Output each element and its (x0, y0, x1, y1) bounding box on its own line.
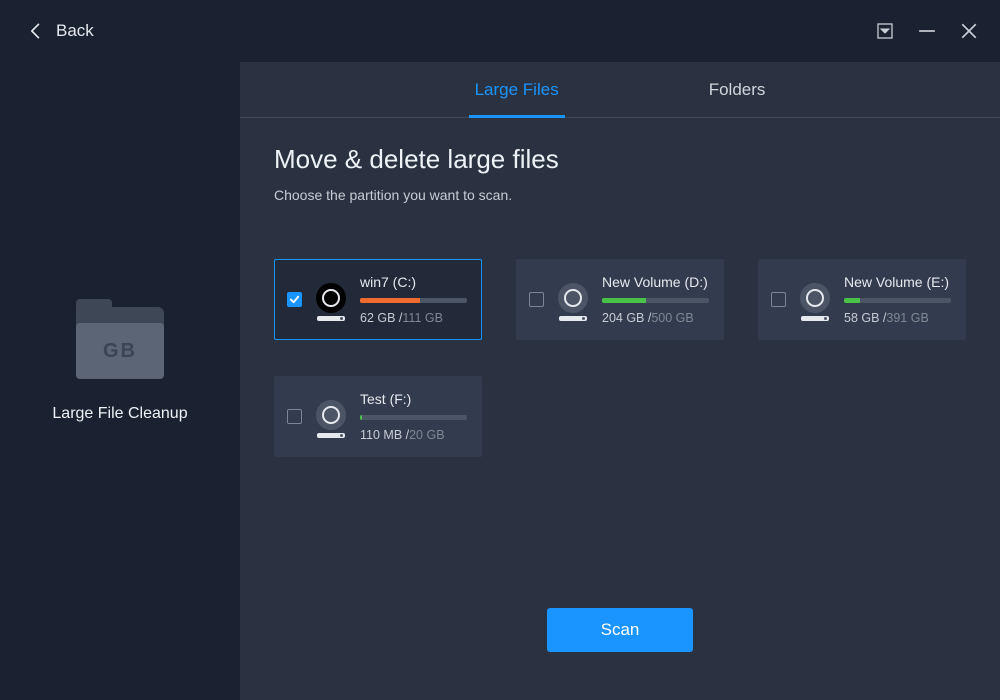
partition-name: New Volume (D:) (602, 274, 709, 290)
partition-card[interactable]: Test (F:) 110 MB /20 GB (274, 376, 482, 457)
partition-size: 58 GB /391 GB (844, 311, 951, 325)
large-file-icon: GB (76, 307, 164, 379)
partition-info: New Volume (E:) 58 GB /391 GB (844, 274, 951, 325)
close-icon[interactable] (960, 22, 978, 40)
partition-grid: win7 (C:) 62 GB /111 GB New Volume (D:) 204… (240, 203, 1000, 457)
usage-bar (360, 298, 467, 303)
partition-name: New Volume (E:) (844, 274, 951, 290)
window-controls (876, 22, 978, 40)
partition-info: win7 (C:) 62 GB /111 GB (360, 274, 467, 325)
usage-bar (360, 415, 467, 420)
content-area: Large Files Folders Move & delete large … (240, 62, 1000, 700)
drive-icon (314, 400, 348, 434)
drive-icon (798, 283, 832, 317)
tab-folders[interactable]: Folders (709, 62, 766, 117)
tab-label: Large Files (475, 80, 559, 100)
sidebar: GB Large File Cleanup (0, 62, 240, 700)
drive-icon (556, 283, 590, 317)
scan-button[interactable]: Scan (547, 608, 694, 652)
page-title: Move & delete large files (274, 144, 966, 175)
partition-info: Test (F:) 110 MB /20 GB (360, 391, 467, 442)
usage-bar (602, 298, 709, 303)
back-label: Back (56, 21, 94, 41)
partition-checkbox[interactable] (287, 292, 302, 307)
sidebar-title: Large File Cleanup (52, 405, 187, 423)
heading: Move & delete large files Choose the par… (240, 118, 1000, 203)
page-subtitle: Choose the partition you want to scan. (274, 187, 966, 203)
partition-size: 204 GB /500 GB (602, 311, 709, 325)
minimize-icon[interactable] (918, 22, 936, 40)
partition-card[interactable]: New Volume (E:) 58 GB /391 GB (758, 259, 966, 340)
bottom-bar: Scan (240, 608, 1000, 700)
partition-size: 62 GB /111 GB (360, 311, 467, 325)
partition-checkbox[interactable] (529, 292, 544, 307)
title-bar: Back (0, 0, 1000, 62)
partition-checkbox[interactable] (287, 409, 302, 424)
tabs: Large Files Folders (240, 62, 1000, 118)
partition-name: win7 (C:) (360, 274, 467, 290)
tab-large-files[interactable]: Large Files (475, 62, 559, 117)
back-button[interactable]: Back (26, 21, 94, 41)
tab-label: Folders (709, 80, 766, 100)
folder-badge-text: GB (76, 323, 164, 379)
partition-checkbox[interactable] (771, 292, 786, 307)
partition-name: Test (F:) (360, 391, 467, 407)
partition-size: 110 MB /20 GB (360, 428, 467, 442)
arrow-left-icon (26, 21, 46, 41)
partition-card[interactable]: win7 (C:) 62 GB /111 GB (274, 259, 482, 340)
usage-bar (844, 298, 951, 303)
drive-icon (314, 283, 348, 317)
partition-info: New Volume (D:) 204 GB /500 GB (602, 274, 709, 325)
dropdown-icon[interactable] (876, 22, 894, 40)
partition-card[interactable]: New Volume (D:) 204 GB /500 GB (516, 259, 724, 340)
